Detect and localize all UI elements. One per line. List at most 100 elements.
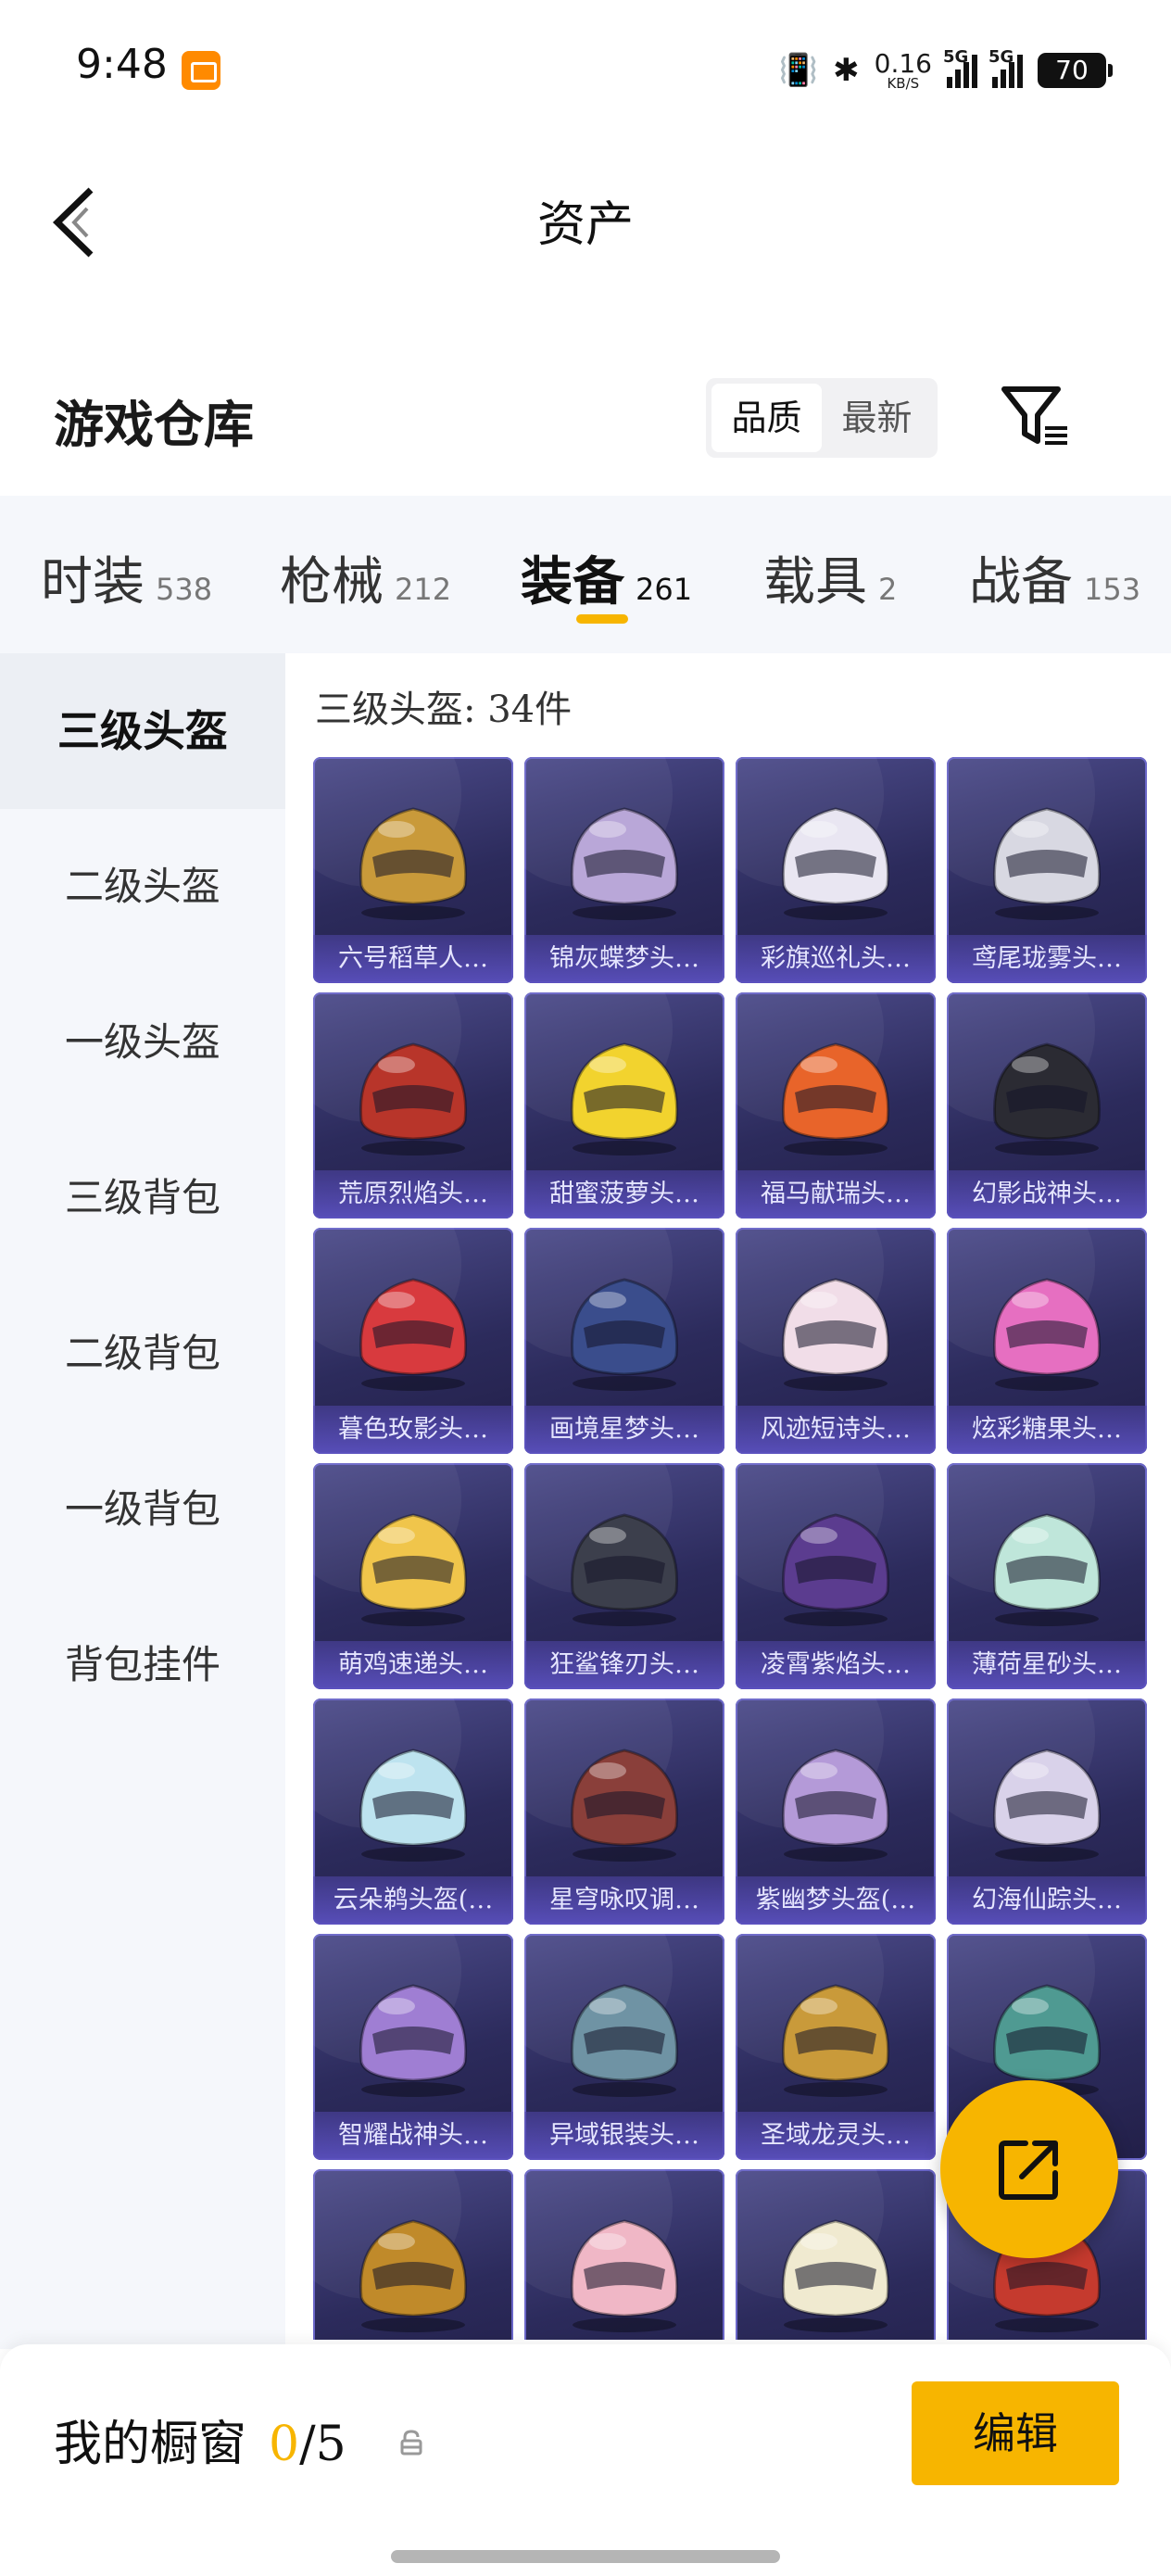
helmet-item-name: 鸢尾珑雾头… <box>947 935 1147 983</box>
helmet-item-card[interactable]: 甜蜜菠萝头… <box>524 992 724 1219</box>
active-tab-indicator <box>576 614 628 624</box>
helmet-item-card[interactable]: 凌霄紫焰头… <box>736 1463 936 1689</box>
sidebar-item-backpack-charm[interactable]: 背包挂件 <box>0 1587 285 1743</box>
sidebar-item-level3-backpack[interactable]: 三级背包 <box>0 1120 285 1276</box>
filter-icon <box>1001 386 1067 445</box>
helmet-item-name: 炫彩糖果头… <box>947 1406 1147 1454</box>
helmet-icon <box>992 1513 1102 1626</box>
helmet-item-name: 智耀战神头… <box>313 2112 513 2160</box>
helmet-icon <box>781 2219 890 2332</box>
helmet-item-card[interactable] <box>736 2169 936 2340</box>
helmet-icon <box>359 1513 468 1626</box>
helmet-item-name: 荒原烈焰头… <box>313 1170 513 1219</box>
tab-firearms[interactable]: 枪械 212 <box>280 540 451 615</box>
helmet-icon <box>359 1984 468 2097</box>
helmet-item-card[interactable] <box>313 2169 513 2340</box>
helmet-icon <box>992 1042 1102 1155</box>
network-speed: 0.16 KB/S <box>874 47 932 92</box>
helmet-icon <box>359 1042 468 1155</box>
helmet-item-card[interactable]: 画境星梦头… <box>524 1228 724 1454</box>
helmet-item-card[interactable]: 炫彩糖果头… <box>947 1228 1147 1454</box>
share-button[interactable] <box>940 2080 1118 2258</box>
helmet-item-card[interactable]: 萌鸡速递头… <box>313 1463 513 1689</box>
signal-icon-2: 5G <box>988 47 1023 88</box>
helmet-item-name: 圣域龙灵头… <box>736 2112 936 2160</box>
helmet-item-card[interactable]: 风迹短诗头… <box>736 1228 936 1454</box>
helmet-item-name: 云朵鹈头盔(… <box>313 1876 513 1925</box>
helmet-item-name: 幻海仙踪头… <box>947 1876 1147 1925</box>
helmet-item-card[interactable]: 狂鲨锋刃头… <box>524 1463 724 1689</box>
vibrate-icon: 📳 <box>778 52 819 89</box>
helmet-icon <box>992 807 1102 920</box>
share-icon <box>999 2140 1058 2200</box>
helmet-item-name: 萌鸡速递头… <box>313 1641 513 1689</box>
sidebar-item-level1-backpack[interactable]: 一级背包 <box>0 1432 285 1587</box>
helmet-icon <box>781 1042 890 1155</box>
home-indicator[interactable] <box>391 2550 780 2563</box>
helmet-icon <box>781 1984 890 2097</box>
helmet-icon <box>570 1513 679 1626</box>
helmet-icon <box>570 1749 679 1862</box>
helmet-item-name: 暮色玫影头… <box>313 1406 513 1454</box>
helmet-item-card[interactable]: 圣域龙灵头… <box>736 1934 936 2160</box>
helmet-item-card[interactable]: 幻影战神头… <box>947 992 1147 1219</box>
helmet-item-name: 风迹短诗头… <box>736 1406 936 1454</box>
sidebar-item-level1-helmet[interactable]: 一级头盔 <box>0 965 285 1120</box>
app-notification-icon <box>182 51 220 90</box>
sidebar-item-level2-backpack[interactable]: 二级背包 <box>0 1276 285 1432</box>
helmet-icon <box>359 1278 468 1391</box>
system-icons: 📳 ✱ 0.16 KB/S 5G 5G 70 <box>778 44 1113 96</box>
category-tabs: 时装 538 枪械 212 装备 261 载具 2 战备 153 <box>0 496 1171 653</box>
helmet-item-name: 薄荷星砂头… <box>947 1641 1147 1689</box>
sidebar-item-level3-helmet[interactable]: 三级头盔 <box>0 653 285 809</box>
page-title: 资产 <box>536 197 634 253</box>
helmet-item-card[interactable]: 云朵鹈头盔(… <box>313 1698 513 1925</box>
sort-latest-button[interactable]: 最新 <box>822 384 932 452</box>
sort-quality-button[interactable]: 品质 <box>711 384 822 452</box>
helmet-item-name: 星穹咏叹调… <box>524 1876 724 1925</box>
helmet-item-card[interactable]: 幻海仙踪头… <box>947 1698 1147 1925</box>
tab-vehicles[interactable]: 载具 2 <box>763 540 897 615</box>
item-count-label: 三级头盔: 34件 <box>315 688 573 731</box>
helmet-item-card[interactable]: 薄荷星砂头… <box>947 1463 1147 1689</box>
sidebar-item-level2-helmet[interactable]: 二级头盔 <box>0 809 285 965</box>
tab-fashion[interactable]: 时装 538 <box>41 540 212 615</box>
my-showcase-label: 我的橱窗 <box>54 2417 247 2472</box>
status-bar: 9:48 📳 ✱ 0.16 KB/S 5G 5G 70 <box>0 0 1171 139</box>
helmet-icon <box>781 1749 890 1862</box>
helmet-item-card[interactable]: 暮色玫影头… <box>313 1228 513 1454</box>
my-showcase: 我的橱窗 0/5 <box>54 2405 346 2474</box>
helmet-icon <box>570 1278 679 1391</box>
helmet-item-name: 异域银装头… <box>524 2112 724 2160</box>
tab-equipment[interactable]: 装备 261 <box>521 540 692 615</box>
status-time: 9:48 <box>76 41 168 88</box>
helmet-item-card[interactable]: 福马献瑞头… <box>736 992 936 1219</box>
signal-icon-1: 5G <box>943 47 977 88</box>
helmet-item-card[interactable]: 智耀战神头… <box>313 1934 513 2160</box>
helmet-icon <box>992 1984 1102 2097</box>
helmet-item-name: 甜蜜菠萝头… <box>524 1170 724 1219</box>
helmet-item-card[interactable]: 荒原烈焰头… <box>313 992 513 1219</box>
helmet-item-name: 紫幽梦头盔(… <box>736 1876 936 1925</box>
helmet-item-card[interactable]: 彩旗巡礼头… <box>736 757 936 983</box>
helmet-item-name: 福马献瑞头… <box>736 1170 936 1219</box>
helmet-item-card[interactable]: 紫幽梦头盔(… <box>736 1698 936 1925</box>
tab-supplies[interactable]: 战备 153 <box>969 540 1140 615</box>
helmet-item-card[interactable]: 锦灰蝶梦头… <box>524 757 724 983</box>
helmet-item-name: 彩旗巡礼头… <box>736 935 936 983</box>
edit-button[interactable]: 编辑 <box>912 2381 1119 2485</box>
helmet-item-name: 六号稻草人… <box>313 935 513 983</box>
helmet-icon <box>992 1749 1102 1862</box>
helmet-item-card[interactable]: 异域银装头… <box>524 1934 724 2160</box>
helmet-item-card[interactable]: 鸢尾珑雾头… <box>947 757 1147 983</box>
helmet-item-card[interactable]: 星穹咏叹调… <box>524 1698 724 1925</box>
helmet-item-card[interactable] <box>524 2169 724 2340</box>
helmet-icon <box>570 1042 679 1155</box>
helmet-icon <box>570 1984 679 2097</box>
helmet-item-name: 锦灰蝶梦头… <box>524 935 724 983</box>
helmet-icon <box>992 1278 1102 1391</box>
helmet-item-card[interactable]: 六号稻草人… <box>313 757 513 983</box>
bluetooth-icon: ✱ <box>833 52 860 89</box>
section-title: 游戏仓库 <box>54 395 254 454</box>
filter-button[interactable] <box>999 380 1073 454</box>
